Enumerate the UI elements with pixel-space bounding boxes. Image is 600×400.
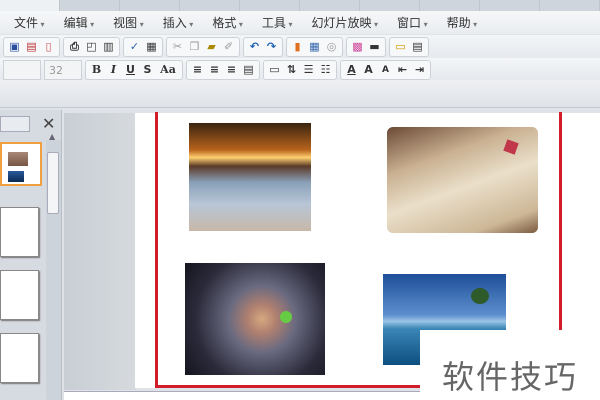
layout-icon[interactable]: ▤ (410, 39, 425, 54)
scrollbar-thumb[interactable] (47, 152, 59, 214)
standard-toolbar: ▣ ▤ ▯ ⎙ ◰ ▥ ✓ ▦ ✂ ❐ ▰ ✐ ↶ ↷ ▮ ▦ ◎ ▩ ▬ ▭ ▤ (0, 35, 600, 58)
table-icon[interactable]: ▦ (307, 39, 322, 54)
chart-icon[interactable]: ▮ (290, 39, 305, 54)
hyperlink-icon[interactable]: ◎ (324, 39, 339, 54)
editor-margin (64, 113, 136, 390)
grid-icon[interactable]: ▥ (101, 39, 116, 54)
change-case-button[interactable]: Aa (157, 62, 179, 77)
shadow-button[interactable]: S (140, 62, 155, 77)
justify-icon[interactable]: ▤ (241, 62, 256, 77)
formatting-toolbar: 32 B I U S Aa ≡ ≡ ≡ ▤ ▭ ⇅ ☰ ☷ A A A ⇤ ⇥ (0, 58, 600, 81)
scroll-up-icon[interactable]: ▲ (49, 132, 55, 141)
format-painter-icon[interactable]: ✐ (221, 39, 236, 54)
fill-icon[interactable]: ▬ (367, 39, 382, 54)
menu-format[interactable]: 格式 (212, 14, 243, 31)
align-left-icon[interactable]: ≡ (190, 62, 205, 77)
decrease-indent-icon[interactable]: ⇤ (395, 62, 410, 77)
menu-insert[interactable]: 插入 (163, 14, 194, 31)
thumb-photo (8, 152, 28, 166)
underline-button[interactable]: U (123, 62, 138, 77)
ribbon-tabs (0, 0, 600, 11)
menu-help[interactable]: 帮助 (447, 14, 478, 31)
close-pane-icon[interactable]: ✕ (42, 114, 55, 133)
menu-edit[interactable]: 编辑 (64, 14, 95, 31)
menu-slideshow[interactable]: 幻灯片放映 (311, 14, 378, 31)
bullets-icon[interactable]: ☷ (318, 62, 333, 77)
shrink-font-button[interactable]: A (378, 62, 393, 77)
menu-tools[interactable]: 工具 (262, 14, 293, 31)
menu-view[interactable]: 视图 (113, 14, 144, 31)
font-color-button[interactable]: A (344, 62, 359, 77)
font-size-select[interactable]: 32 (44, 59, 82, 80)
text-box-icon[interactable]: ▭ (267, 62, 282, 77)
print-preview-icon[interactable]: ◰ (84, 39, 99, 54)
copy-icon[interactable]: ❐ (187, 39, 202, 54)
menu-window[interactable]: 窗口 (397, 14, 428, 31)
align-center-icon[interactable]: ≡ (207, 62, 222, 77)
slides-scrollbar[interactable]: ▲ (46, 132, 61, 400)
increase-indent-icon[interactable]: ⇥ (412, 62, 427, 77)
grow-font-button[interactable]: A (361, 62, 376, 77)
slide-thumbnail-3[interactable] (0, 270, 39, 320)
toolbar-band (0, 80, 600, 108)
slide-thumbnail-4[interactable] (0, 333, 39, 383)
pdf-icon[interactable]: ▤ (24, 39, 39, 54)
spellcheck-icon[interactable]: ✓ (127, 39, 142, 54)
line-spacing-icon[interactable]: ⇅ (284, 62, 299, 77)
redo-icon[interactable]: ↷ (264, 39, 279, 54)
cut-icon[interactable]: ✂ (170, 39, 185, 54)
undo-icon[interactable]: ↶ (247, 39, 262, 54)
thumb-photo (8, 171, 24, 182)
slide-thumbnail-2[interactable] (0, 207, 39, 257)
save-icon[interactable]: ▣ (7, 39, 22, 54)
italic-button[interactable]: I (106, 62, 121, 77)
menu-file[interactable]: 文件 (14, 14, 45, 31)
menu-bar: 文件 编辑 视图 插入 格式 工具 幻灯片放映 窗口 帮助 (0, 11, 600, 34)
numbering-icon[interactable]: ☰ (301, 62, 316, 77)
watermark: 软件技巧 (420, 330, 600, 400)
align-right-icon[interactable]: ≡ (224, 62, 239, 77)
slide-thumbnail-1[interactable] (0, 142, 42, 186)
background-icon[interactable]: ▩ (350, 39, 365, 54)
new-icon[interactable]: ▯ (41, 39, 56, 54)
bold-button[interactable]: B (89, 62, 104, 77)
research-icon[interactable]: ▦ (144, 39, 159, 54)
paste-icon[interactable]: ▰ (204, 39, 219, 54)
outline-tab[interactable] (0, 116, 30, 132)
new-slide-icon[interactable]: ▭ (393, 39, 408, 54)
print-icon[interactable]: ⎙ (67, 39, 82, 54)
font-name-select[interactable] (3, 59, 41, 80)
